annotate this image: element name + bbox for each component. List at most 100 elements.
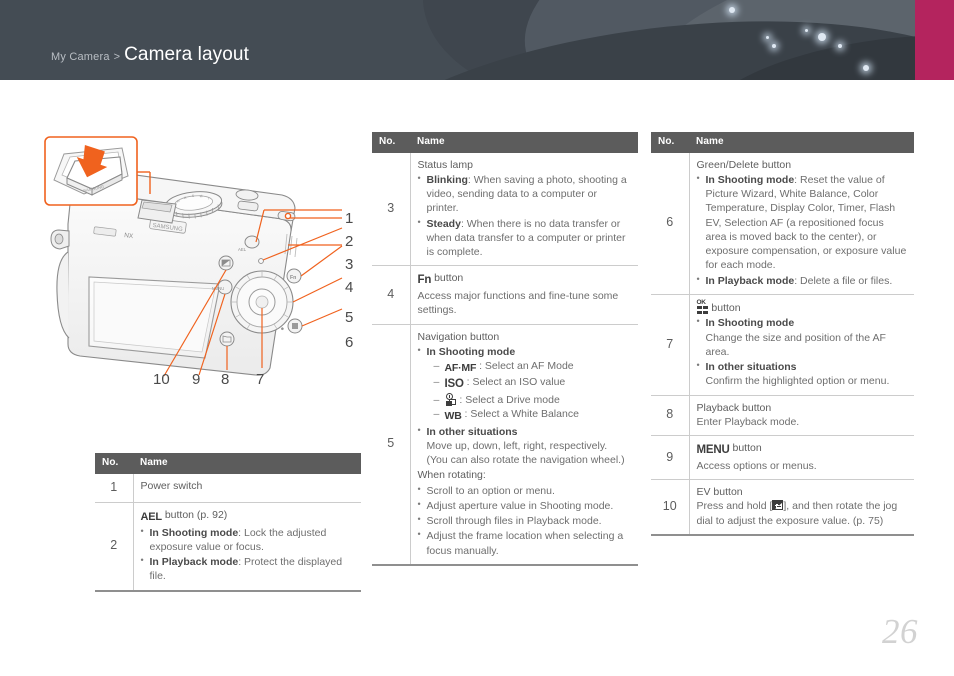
nav-item: ISO : Select an ISO value (434, 375, 632, 393)
bullet-label: In Shooting mode (705, 173, 795, 186)
wb-icon: WB (444, 410, 462, 423)
callout-number: 7 (256, 371, 264, 387)
callout-number: 10 (153, 371, 170, 387)
table-header-row: No. Name (651, 132, 914, 153)
bullet-subtext: Change the size and position of the AF a… (705, 331, 886, 358)
bullet-label: Steady (426, 217, 461, 230)
breadcrumb-separator: > (113, 51, 121, 63)
nav-item-text: : Select an AF Mode (476, 360, 574, 373)
list-item: Scroll to an option or menu. (418, 483, 632, 498)
rotating-heading: When rotating: (417, 469, 486, 482)
nav-item-list: AF·MF : Select an AF Mode ISO : Select a… (434, 359, 632, 423)
entry-title: Navigation button (417, 330, 500, 343)
drive-mode-icon (445, 393, 457, 406)
row-content: MENU button Access options or menus. (689, 435, 914, 480)
table-row: 8 Playback button Enter Playback mode. (651, 395, 914, 437)
column-header-no: No. (372, 132, 410, 153)
table-row: 4 Fn button Access major functions and f… (372, 265, 638, 325)
entry-description: Enter Playback mode. (696, 415, 800, 428)
callout-number: 5 (345, 309, 353, 326)
row-number: 2 (95, 502, 134, 592)
breadcrumb: My Camera > Camera layout (51, 44, 249, 66)
entry-title-rest: button (p. 92) (161, 508, 228, 521)
rotating-list: Scroll to an option or menu. Adjust aper… (418, 483, 632, 558)
bullet-text: : Delete a file or files. (794, 274, 893, 287)
row-content: AEL button (p. 92) In Shooting mode: Loc… (133, 502, 361, 592)
table-head: No. Name (95, 453, 361, 474)
table-row: 2 AEL button (p. 92) In Shooting mode: L… (95, 502, 361, 592)
header-swirl-4 (628, 0, 954, 80)
callout-number: 1 (345, 210, 353, 227)
header-swirl-1 (400, 0, 954, 80)
table-row: 3 Status lamp Blinking: When saving a ph… (372, 152, 638, 267)
iso-icon: ISO (444, 378, 464, 391)
nav-item: : Select a Drive mode (434, 393, 632, 408)
row-number: 5 (372, 324, 411, 566)
callout-number: 2 (345, 233, 353, 250)
bullet-list: In Shooting mode AF·MF : Select an AF Mo… (418, 344, 632, 468)
bullet-list: Blinking: When saving a photo, shooting … (418, 172, 632, 260)
list-item: Scroll through files in Playback mode. (418, 513, 632, 528)
menu-icon: MENU (696, 444, 730, 457)
column-header-no: No. (95, 453, 133, 474)
ev-icon (772, 500, 784, 511)
bullet-list: In Shooting mode: Reset the value of Pic… (697, 172, 908, 288)
page-number: 26 (882, 612, 918, 651)
breadcrumb-parent[interactable]: My Camera (51, 51, 110, 63)
bullet-list: In Shooting mode: Lock the adjusted expo… (141, 525, 355, 584)
entry-title: Green/Delete button (696, 158, 792, 171)
row-content: Power switch (133, 473, 361, 503)
row-number: 6 (651, 152, 690, 295)
entry-description: Access options or menus. (696, 459, 817, 472)
column-header-name: Name (133, 453, 361, 474)
camera-layout-table-middle: No. Name 3 Status lamp Blinking: When sa… (372, 132, 638, 566)
callout-number: 3 (345, 256, 353, 273)
camera-diagram: SAMSUNG NX PAS Mi AEL Fn ☻ MENU 1 2 3 4 … (42, 132, 372, 388)
entry-title: Fn button (418, 271, 632, 289)
row-content: Green/Delete button In Shooting mode: Re… (689, 152, 914, 295)
header-sparkle (818, 33, 826, 41)
entry-title-rest: button (729, 442, 762, 455)
row-number: 10 (651, 479, 690, 536)
row-number: 1 (95, 473, 134, 503)
callout-number: 6 (345, 334, 353, 351)
svg-text:Fn: Fn (290, 275, 296, 281)
header-sparkle (729, 7, 735, 13)
list-item: Adjust the frame location when selecting… (418, 528, 632, 558)
entry-title: Status lamp (417, 158, 473, 171)
entry-title: MENU button (697, 441, 908, 459)
table-header-row: No. Name (95, 453, 361, 474)
bullet-label: In Playback mode (149, 556, 239, 569)
row-content: Fn button Access major functions and fin… (410, 265, 638, 325)
list-item: In other situations Move up, down, left,… (418, 424, 632, 468)
svg-text:AEL: AEL (238, 247, 247, 252)
manual-page: My Camera > Camera layout SAMSUNG NX P A… (0, 0, 954, 676)
row-content: EV button Press and hold [], and then ro… (689, 479, 914, 536)
nav-item-text: : Select an ISO value (463, 376, 566, 389)
bullet-subtext: Move up, down, left, right, respectively… (426, 439, 625, 467)
table-head: No. Name (651, 132, 914, 153)
table-row: 6 Green/Delete button In Shooting mode: … (651, 152, 914, 295)
list-item: Blinking: When saving a photo, shooting … (418, 172, 632, 216)
bullet-subtext: Confirm the highlighted option or menu. (705, 375, 890, 388)
entry-title: OK button (697, 299, 908, 315)
page-header: My Camera > Camera layout (0, 0, 954, 80)
column-header-name: Name (410, 132, 638, 153)
nav-item: AF·MF : Select an AF Mode (434, 359, 632, 375)
svg-text:NX: NX (124, 232, 134, 240)
bullet-label: In Shooting mode (426, 345, 516, 358)
entry-description: Access major functions and fine-tune som… (417, 290, 619, 317)
bullet-label: In Shooting mode (705, 317, 795, 330)
entry-title-rest: button (708, 301, 741, 314)
table-header-row: No. Name (372, 132, 638, 153)
af-mf-icon: AF·MF (444, 362, 477, 375)
svg-text:☻: ☻ (280, 326, 285, 331)
header-sparkle (766, 36, 769, 39)
column-header-no: No. (651, 132, 689, 153)
table-row: 9 MENU button Access options or menus. (651, 435, 914, 480)
row-number: 9 (651, 435, 690, 480)
table-row: 1 Power switch (95, 473, 361, 503)
bullet-list: In Shooting modeChange the size and posi… (697, 315, 908, 388)
row-number: 3 (372, 152, 411, 267)
row-content: OK button In Shooting modeChange the siz… (689, 294, 914, 396)
